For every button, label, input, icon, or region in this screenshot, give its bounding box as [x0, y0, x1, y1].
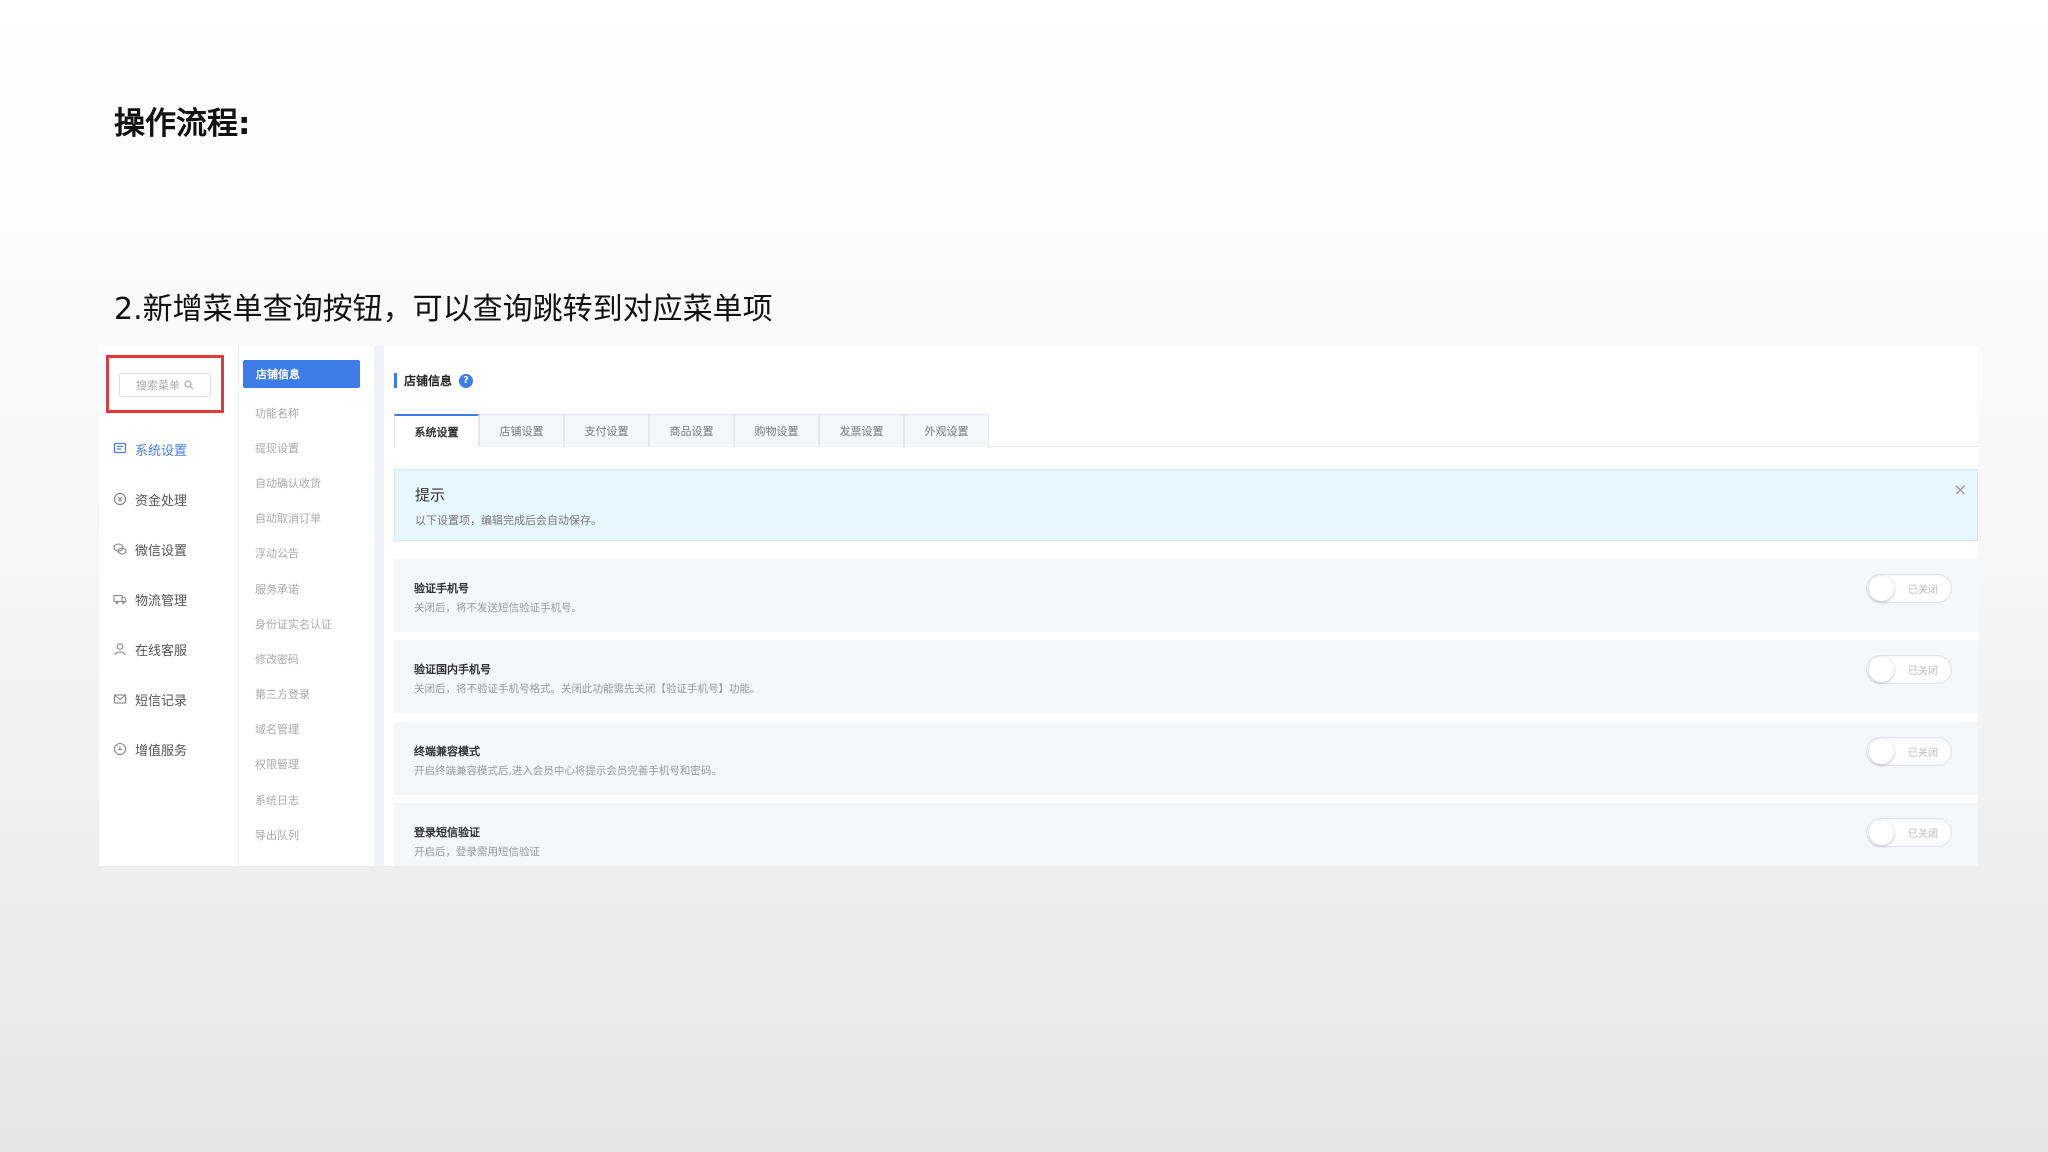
submenu-item[interactable]: 导出队列	[239, 817, 374, 852]
settings-list: 验证手机号 关闭后，将不发送短信验证手机号。 已关闭 验证国内手机号 关闭后，将…	[394, 559, 1978, 866]
tab-payment-settings[interactable]: 支付设置	[564, 414, 649, 447]
sidebar-item-wechat[interactable]: 微信设置	[99, 524, 239, 574]
submenu-item[interactable]: 自动取消订单	[239, 501, 374, 536]
settings-doc-icon	[113, 442, 127, 456]
admin-screenshot: 搜索菜单 系统设置 资金处理 微信设置 物流管理 在线客服 短信记录 增值服务 …	[99, 346, 1978, 866]
sidebar-item-label: 在线客服	[135, 643, 188, 659]
sidebar-item-label: 资金处理	[135, 493, 188, 509]
submenu-item[interactable]: 身份证实名认证	[239, 606, 374, 641]
truck-icon	[113, 592, 127, 606]
money-icon	[113, 492, 127, 506]
setting-row: 终端兼容模式 开启终端兼容模式后,进入会员中心将提示会员完善手机号和密码。 已关…	[394, 721, 1978, 795]
tab-appearance-settings[interactable]: 外观设置	[904, 414, 989, 447]
help-icon[interactable]: ?	[459, 373, 474, 388]
submenu-item[interactable]: 修改密码	[239, 641, 374, 676]
content-gutter	[374, 346, 384, 866]
section-title-text: 店铺信息	[404, 374, 453, 388]
submenu-item[interactable]: 服务承诺	[239, 571, 374, 606]
setting-description: 关闭后，将不验证手机号格式。关闭此功能需先关闭【验证手机号】功能。	[414, 683, 761, 696]
mail-icon	[113, 692, 127, 706]
submenu-item[interactable]: 系统日志	[239, 782, 374, 817]
setting-title: 验证国内手机号	[414, 663, 491, 677]
menu-search-input[interactable]: 搜索菜单	[119, 373, 211, 397]
sidebar-item-label: 微信设置	[135, 543, 188, 559]
toggle-knob	[1869, 820, 1894, 846]
sidebar-item-customer-service[interactable]: 在线客服	[99, 624, 239, 674]
setting-toggle[interactable]: 已关闭	[1866, 574, 1952, 603]
tab-store-settings[interactable]: 店铺设置	[479, 414, 564, 447]
toggle-label: 已关闭	[1908, 829, 1938, 841]
setting-title: 终端兼容模式	[414, 744, 480, 758]
notice-title: 提示	[415, 486, 446, 504]
tab-invoice-settings[interactable]: 发票设置	[819, 414, 904, 447]
primary-menu: 系统设置 资金处理 微信设置 物流管理 在线客服 短信记录 增值服务	[99, 424, 239, 774]
toggle-label: 已关闭	[1908, 585, 1938, 596]
slide-title: 操作流程:	[114, 106, 251, 142]
search-highlight-box: 搜索菜单	[106, 355, 224, 413]
setting-title: 验证手机号	[414, 582, 469, 595]
user-icon	[113, 642, 127, 656]
sidebar-item-label: 增值服务	[135, 743, 188, 759]
setting-toggle[interactable]: 已关闭	[1866, 736, 1952, 766]
sidebar-item-label: 短信记录	[135, 693, 188, 709]
section-title: 店铺信息 ?	[394, 372, 474, 389]
search-placeholder: 搜索菜单	[136, 379, 180, 392]
close-icon[interactable]: ×	[1954, 480, 1967, 499]
sidebar-item-value-added[interactable]: 增值服务	[99, 724, 239, 774]
submenu-item[interactable]: 第三方登录	[239, 677, 374, 712]
submenu-item[interactable]: 自动确认收货	[239, 465, 374, 500]
setting-row: 验证国内手机号 关闭后，将不验证手机号格式。关闭此功能需先关闭【验证手机号】功能…	[394, 640, 1978, 714]
sidebar-item-label: 物流管理	[135, 593, 188, 609]
title-accent-bar	[394, 373, 397, 388]
search-icon	[184, 380, 194, 390]
sidebar-item-logistics[interactable]: 物流管理	[99, 574, 239, 624]
sidebar-item-funds[interactable]: 资金处理	[99, 474, 239, 524]
tab-system-settings[interactable]: 系统设置	[394, 414, 479, 448]
toggle-label: 已关闭	[1908, 747, 1938, 759]
setting-toggle[interactable]: 已关闭	[1866, 655, 1952, 685]
toggle-knob	[1869, 576, 1894, 601]
setting-row: 登录短信验证 开启后，登录需用短信验证 已关闭	[394, 803, 1978, 866]
submenu-item[interactable]: 权限管理	[239, 747, 374, 782]
submenu-item[interactable]: 域名管理	[239, 712, 374, 747]
sidebar-item-label: 系统设置	[135, 443, 188, 459]
submenu-item[interactable]: 浮动公告	[239, 536, 374, 571]
primary-sidebar: 搜索菜单 系统设置 资金处理 微信设置 物流管理 在线客服 短信记录 增值服务	[99, 346, 239, 866]
wechat-icon	[113, 542, 127, 556]
main-content: 店铺信息 ? 系统设置 店铺设置 支付设置 商品设置 购物设置 发票设置 外观设…	[384, 346, 1978, 866]
secondary-menu: 功能名称 提现设置 自动确认收货 自动取消订单 浮动公告 服务承诺 身份证实名认…	[239, 395, 374, 852]
submenu-item[interactable]: 提现设置	[239, 430, 374, 465]
setting-description: 开启后，登录需用短信验证	[414, 846, 540, 859]
toggle-label: 已关闭	[1908, 666, 1938, 678]
secondary-sidebar: 店铺信息 功能名称 提现设置 自动确认收货 自动取消订单 浮动公告 服务承诺 身…	[239, 346, 374, 866]
sidebar-item-sms-records[interactable]: 短信记录	[99, 674, 239, 724]
slide-subtitle: 2.新增菜单查询按钮，可以查询跳转到对应菜单项	[114, 292, 773, 327]
setting-description: 开启终端兼容模式后,进入会员中心将提示会员完善手机号和密码。	[414, 764, 722, 777]
submenu-item[interactable]: 功能名称	[239, 395, 374, 430]
settings-tabs: 系统设置 店铺设置 支付设置 商品设置 购物设置 发票设置 外观设置	[394, 414, 1978, 448]
notice-banner: 提示 以下设置项，编辑完成后会自动保存。 ×	[394, 469, 1978, 541]
service-icon	[113, 742, 127, 756]
sidebar-item-system-settings[interactable]: 系统设置	[99, 424, 239, 474]
setting-title: 登录短信验证	[414, 826, 480, 840]
tab-shopping-settings[interactable]: 购物设置	[734, 414, 819, 447]
setting-row: 验证手机号 关闭后，将不发送短信验证手机号。 已关闭	[394, 559, 1978, 632]
setting-toggle[interactable]: 已关闭	[1866, 818, 1952, 848]
toggle-knob	[1869, 657, 1894, 683]
notice-text: 以下设置项，编辑完成后会自动保存。	[415, 514, 602, 527]
setting-description: 关闭后，将不发送短信验证手机号。	[414, 602, 582, 614]
toggle-knob	[1869, 738, 1894, 764]
submenu-header-store-info[interactable]: 店铺信息	[243, 360, 360, 388]
tab-product-settings[interactable]: 商品设置	[649, 414, 734, 447]
